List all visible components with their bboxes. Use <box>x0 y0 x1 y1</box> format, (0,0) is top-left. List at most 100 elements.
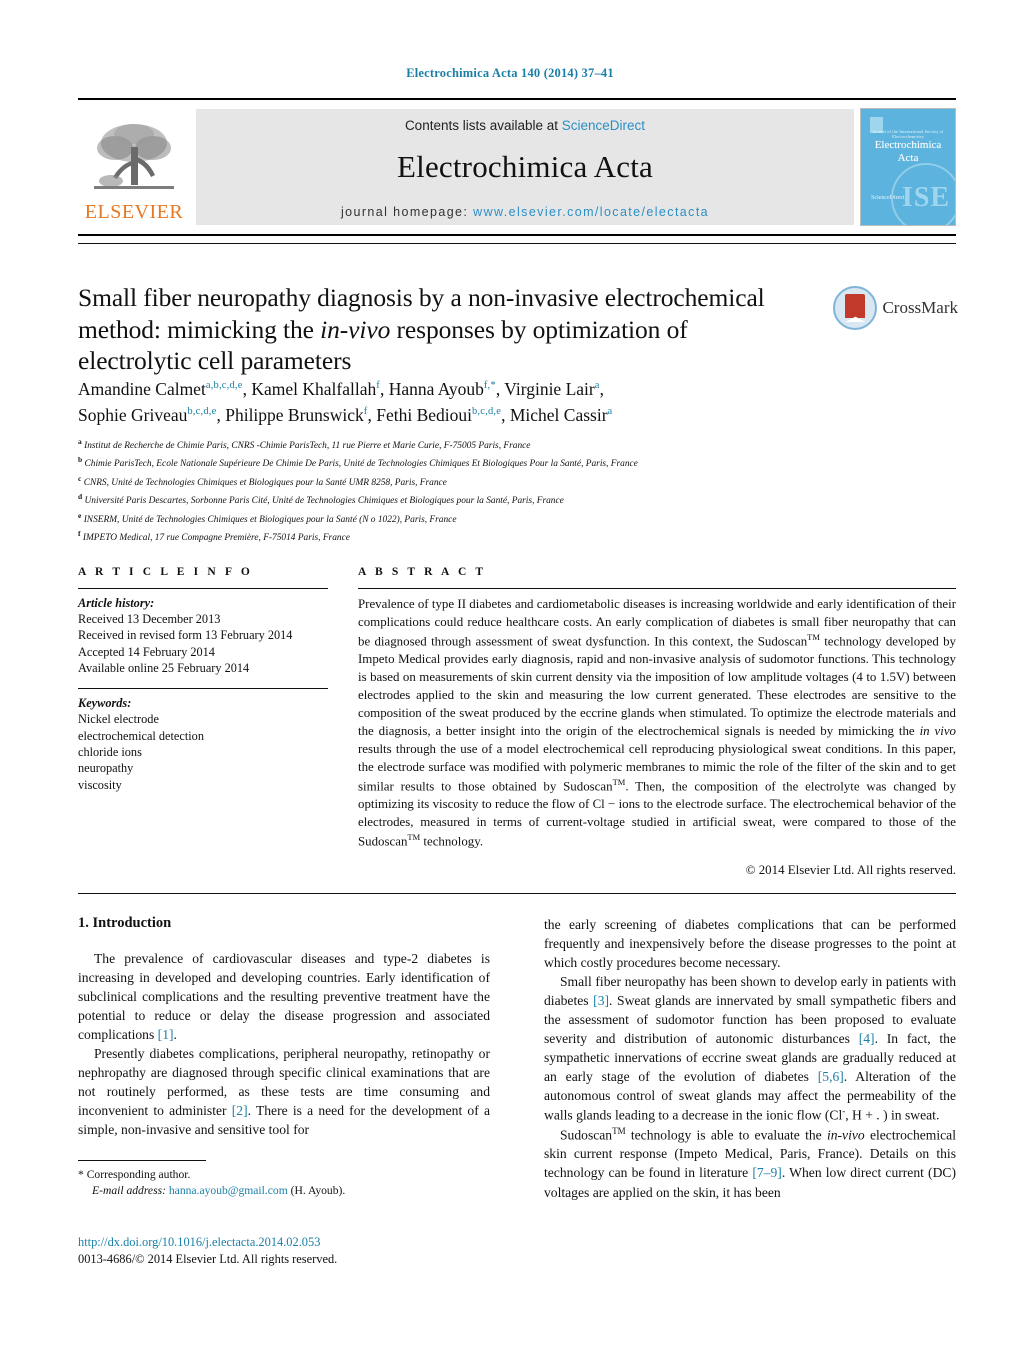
author-name: Philippe Brunswick <box>225 404 364 425</box>
sciencedirect-link[interactable]: ScienceDirect <box>562 118 645 133</box>
body-column-right: the early screening of diabetes complica… <box>544 915 956 1202</box>
footnote-rule <box>78 1160 206 1161</box>
homepage-label: journal homepage: <box>340 204 469 219</box>
citation-ref-4[interactable]: [4] <box>859 1031 875 1046</box>
citation-ref-2[interactable]: [2] <box>232 1103 248 1118</box>
contents-available-line: Contents lists available at ScienceDirec… <box>405 118 645 133</box>
footnote-block: * Corresponding author. E-mail address: … <box>78 1160 490 1198</box>
intro-p1-text: The prevalence of cardiovascular disease… <box>78 951 490 1043</box>
author-line-1: Amandine Calmeta,b,c,d,e, Kamel Khalfall… <box>78 379 604 399</box>
trademark-mark: TM <box>612 776 626 787</box>
author-affil-marks: f <box>376 380 380 392</box>
paper-page: Electrochimica Acta 140 (2014) 37–41 ELS… <box>0 0 1020 1351</box>
affiliation-mark: a <box>78 437 82 446</box>
section-heading-introduction: 1. Introduction <box>78 915 172 931</box>
abstract-copyright: © 2014 Elsevier Ltd. All rights reserved… <box>745 863 956 878</box>
author-affil-marks: a <box>594 380 600 392</box>
corresponding-label: Corresponding author. <box>86 1168 191 1181</box>
intro-paragraph-2: Presently diabetes complications, periph… <box>78 1044 490 1139</box>
body-column-left: 1. Introduction The prevalence of cardio… <box>78 915 490 1139</box>
corresponding-author-note: * Corresponding author. <box>78 1167 490 1183</box>
author-affil-marks: b,c,d,e <box>471 406 502 418</box>
title-line-1: Small fiber neuropathy diagnosis by a no… <box>78 283 765 312</box>
affiliation-item: a Institut de Recherche de Chimie Paris,… <box>78 436 908 454</box>
journal-band: Contents lists available at ScienceDirec… <box>196 109 854 225</box>
author-name: Fethi Bedioui <box>376 404 472 425</box>
affiliation-item: d Université Paris Descartes, Sorbonne P… <box>78 491 908 509</box>
author-name: Amandine Calmet <box>78 379 206 399</box>
title-line-2b: responses by optimization of <box>390 314 688 344</box>
page-footer: http://dx.doi.org/10.1016/j.electacta.20… <box>78 1234 578 1267</box>
cover-ise-seal-icon: ISE <box>891 163 955 225</box>
citation-ref-3[interactable]: [3] <box>593 993 609 1008</box>
author-affil-marks: f <box>363 406 368 418</box>
abstract-part-2: technology developed by Impeto Medical p… <box>358 634 956 738</box>
affiliation-list: a Institut de Recherche de Chimie Paris,… <box>78 436 908 547</box>
author-name: Virginie Lair <box>504 379 595 399</box>
article-history-item: Accepted 14 February 2014 <box>78 644 215 659</box>
elsevier-logo: ELSEVIER <box>78 100 190 234</box>
affiliation-text: Institut de Recherche de Chimie Paris, C… <box>84 441 531 452</box>
title-line-3: electrolytic cell parameters <box>78 346 352 376</box>
email-note: E-mail address: hanna.ayoub@gmail.com (H… <box>78 1183 490 1199</box>
author-name: Kamel Khalfallah <box>251 379 377 399</box>
abstract-text: Prevalence of type II diabetes and cardi… <box>358 596 956 851</box>
abstract-part-5: technology. <box>420 834 484 849</box>
citation-ref-1[interactable]: [1] <box>158 1027 174 1042</box>
journal-masthead: ELSEVIER Contents lists available at Sci… <box>78 98 956 236</box>
affiliation-mark: d <box>78 492 83 502</box>
intro-paragraph-5: SudoscanTM technology is able to evaluat… <box>544 1125 956 1202</box>
affiliation-text: CNRS, Unité de Technologies Chimiques et… <box>83 478 447 489</box>
intro-paragraph-1: The prevalence of cardiovascular disease… <box>78 949 490 1044</box>
author-name: Michel Cassir <box>509 404 608 425</box>
intro-italic-invivo: in-vivo <box>826 1127 865 1143</box>
crossmark-icon <box>833 286 878 330</box>
keywords-label: Keywords: <box>78 696 132 711</box>
citation-ref-7-9[interactable]: [7–9] <box>752 1165 781 1180</box>
article-info-rule <box>78 588 328 589</box>
article-history-item: Available online 25 February 2014 <box>78 661 250 676</box>
crossmark-label: CrossMark <box>882 298 958 317</box>
corresponding-marker: * <box>78 1168 84 1181</box>
contents-prefix: Contents lists available at <box>404 117 562 133</box>
email-link[interactable]: hanna.ayoub@gmail.com <box>169 1184 288 1197</box>
affiliation-text: INSERM, Unité de Technologies Chimiques … <box>83 514 457 525</box>
crossmark-badge[interactable]: CrossMark <box>833 286 958 330</box>
journal-cover-thumbnail: Journal of the International Society of … <box>860 108 956 226</box>
email-label: E-mail address: <box>92 1183 166 1197</box>
homepage-url-link[interactable]: www.elsevier.com/locate/electacta <box>473 205 709 219</box>
intro-p5-a: Sudoscan <box>560 1127 613 1143</box>
email-owner: (H. Ayoub). <box>290 1183 346 1197</box>
title-line-2-italic: in-vivo <box>320 314 391 344</box>
author-affil-marks: f,* <box>483 380 496 392</box>
title-block: Small fiber neuropathy diagnosis by a no… <box>78 282 868 377</box>
keyword-item: neuropathy <box>78 761 134 776</box>
article-history-item: Received 13 December 2013 <box>78 612 221 626</box>
author-name: Hanna Ayoub <box>388 379 484 399</box>
affiliation-mark: c <box>78 473 82 483</box>
abstract-rule <box>358 588 956 589</box>
intro-paragraph-4: Small fiber neuropathy has been shown to… <box>544 972 956 1125</box>
keyword-item: viscosity <box>78 777 122 792</box>
affiliation-item: c CNRS, Unité de Technologies Chimiques … <box>78 473 908 491</box>
cover-title-line2: Acta <box>897 151 919 164</box>
affiliation-text: Université Paris Descartes, Sorbonne Par… <box>84 496 564 507</box>
title-line-2a: method: mimicking the <box>78 314 321 344</box>
intro-p1-end: . <box>173 1027 177 1043</box>
journal-title: Electrochimica Acta <box>397 148 653 184</box>
affiliation-text: IMPETO Medical, 17 rue Compagne Première… <box>82 533 350 544</box>
doi-link[interactable]: http://dx.doi.org/10.1016/j.electacta.20… <box>78 1234 578 1251</box>
author-affil-marks: a <box>607 406 613 418</box>
affiliation-mark: b <box>78 455 83 465</box>
affiliation-mark: f <box>78 529 81 539</box>
abstract-column: A B S T R A C T Prevalence of type II di… <box>358 566 956 878</box>
affiliation-item: e INSERM, Unité de Technologies Chimique… <box>78 510 908 528</box>
author-line-2: Sophie Griveaub,c,d,e, Philippe Brunswic… <box>78 404 613 425</box>
author-name: Sophie Griveau <box>78 404 188 425</box>
keyword-item: electrochemical detection <box>78 728 204 743</box>
intro-paragraph-3: the early screening of diabetes complica… <box>544 917 956 971</box>
running-head: Electrochimica Acta 140 (2014) 37–41 <box>406 66 614 80</box>
abstract-heading: A B S T R A C T <box>358 566 487 578</box>
citation-ref-5-6[interactable]: [5,6] <box>818 1069 844 1084</box>
article-history-item: Received in revised form 13 February 201… <box>78 628 293 643</box>
